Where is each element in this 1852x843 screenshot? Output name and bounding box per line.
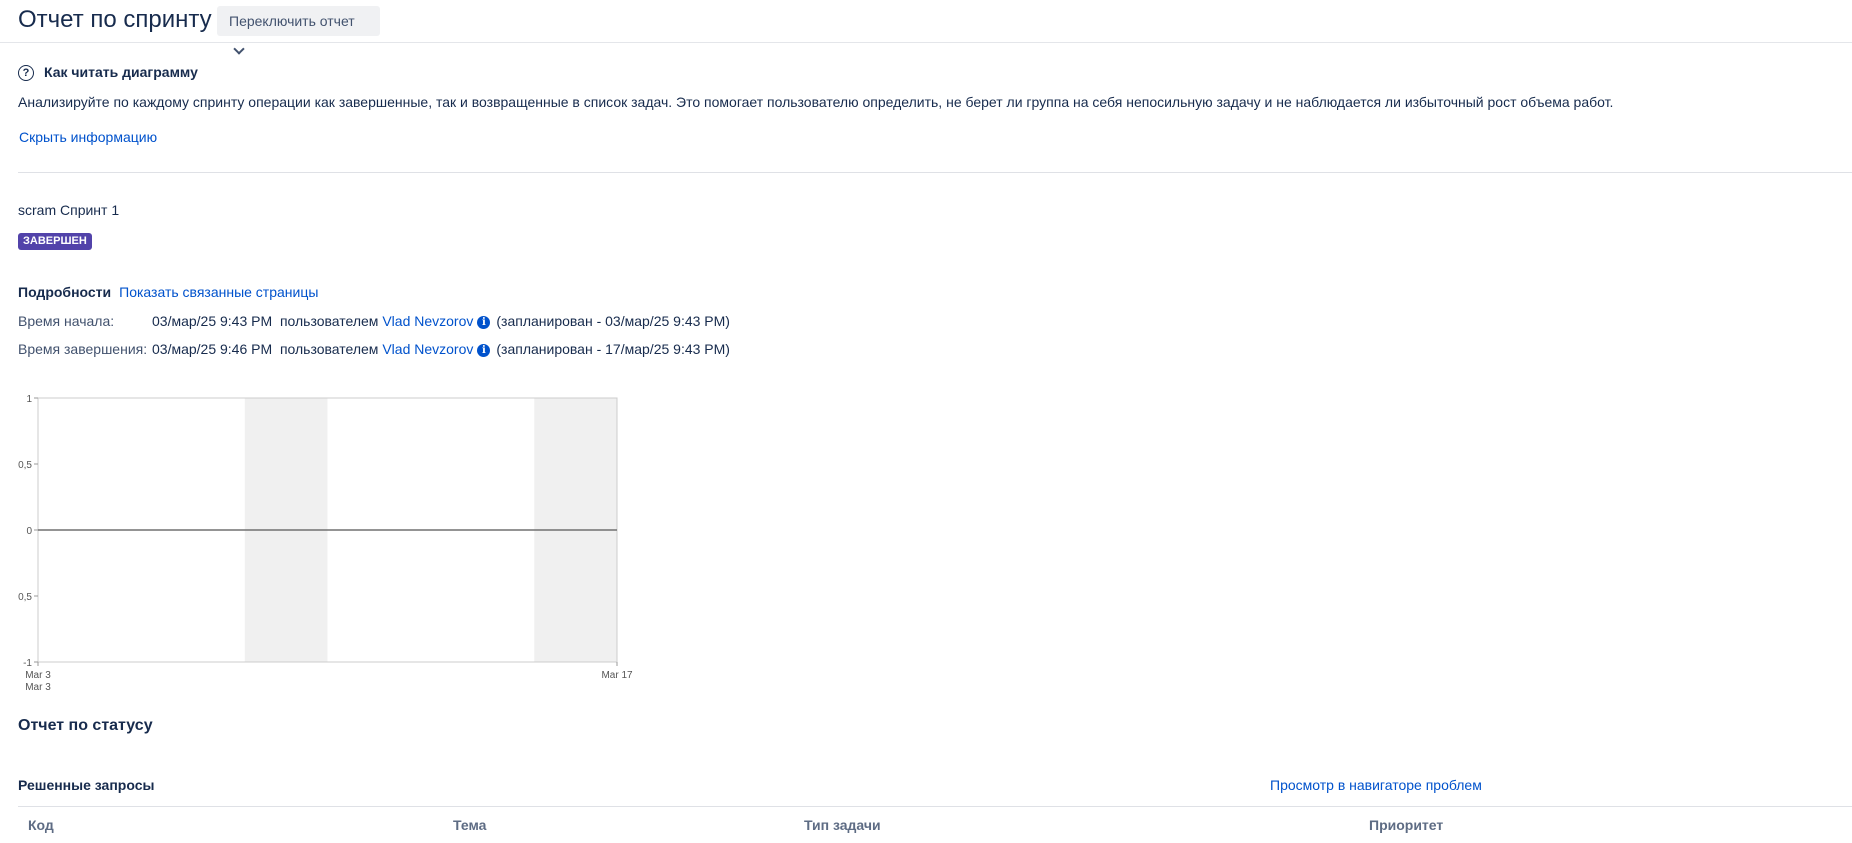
start-time-label: Время начала: <box>18 313 115 329</box>
y-tick-label: 0 <box>26 526 32 537</box>
end-time-label: Время завершения: <box>18 341 148 357</box>
x-tick-label: Mar 17 <box>601 670 633 681</box>
end-time-value-group: 03/мар/25 9:46 PM пользователем Vlad Nev… <box>152 341 730 357</box>
column-header-issue-type[interactable]: Тип задачи <box>804 817 881 833</box>
y-tick-label: 0,5 <box>18 592 32 603</box>
resolved-issues-title: Решенные запросы <box>18 777 155 793</box>
end-by-label: пользователем <box>279 341 379 357</box>
y-tick-label: -1 <box>23 658 32 669</box>
status-report-title: Отчет по статусу <box>18 717 153 734</box>
info-icon[interactable]: i <box>477 315 491 329</box>
start-planned: (запланирован - 03/мар/25 9:43 PM) <box>496 313 730 329</box>
end-user-link[interactable]: Vlad Nevzorov <box>382 341 473 357</box>
end-time-value: 03/мар/25 9:46 PM <box>152 341 273 357</box>
table-divider <box>18 806 1852 807</box>
page-header: Отчет по спринту Переключить отчет <box>0 0 1852 55</box>
start-by-label: пользователем <box>279 313 379 329</box>
help-description: Анализируйте по каждому спринту операции… <box>18 94 1614 110</box>
linked-pages-link[interactable]: Показать связанные страницы <box>119 284 318 300</box>
question-circle-icon: ? <box>18 65 34 81</box>
switch-report-label: Переключить отчет <box>229 13 355 29</box>
column-header-summary[interactable]: Тема <box>453 817 486 833</box>
details-row: Подробности Показать связанные страницы <box>18 284 318 300</box>
start-time-value: 03/мар/25 9:43 PM <box>152 313 273 329</box>
start-time-value-group: 03/мар/25 9:43 PM пользователем Vlad Nev… <box>152 313 730 329</box>
details-label: Подробности <box>18 284 112 300</box>
switch-report-button[interactable]: Переключить отчет <box>217 6 380 55</box>
hide-info-link[interactable]: Скрыть информацию <box>19 129 157 145</box>
divider <box>18 172 1852 173</box>
chevron-down-icon <box>233 43 245 55</box>
page-title: Отчет по спринту <box>18 6 212 33</box>
start-user-link[interactable]: Vlad Nevzorov <box>382 313 473 329</box>
y-tick-label: 1 <box>26 394 32 405</box>
column-header-key[interactable]: Код <box>28 817 54 833</box>
sprint-chart: 10,500,5-1Mar 3Mar 3Mar 17 <box>18 394 633 693</box>
issue-navigator-link[interactable]: Просмотр в навигаторе проблем <box>1270 777 1482 793</box>
y-tick-label: 0,5 <box>18 460 32 471</box>
info-icon[interactable]: i <box>477 343 491 357</box>
help-title: Как читать диаграмму <box>44 64 198 80</box>
x-tick-label: Mar 3 <box>25 682 51 693</box>
sprint-name: scram Спринт 1 <box>18 202 120 218</box>
column-header-priority[interactable]: Приоритет <box>1369 817 1443 833</box>
status-badge: ЗАВЕРШЕН <box>18 233 92 250</box>
x-tick-label: Mar 3 <box>25 670 51 681</box>
end-planned: (запланирован - 17/мар/25 9:43 PM) <box>496 341 730 357</box>
